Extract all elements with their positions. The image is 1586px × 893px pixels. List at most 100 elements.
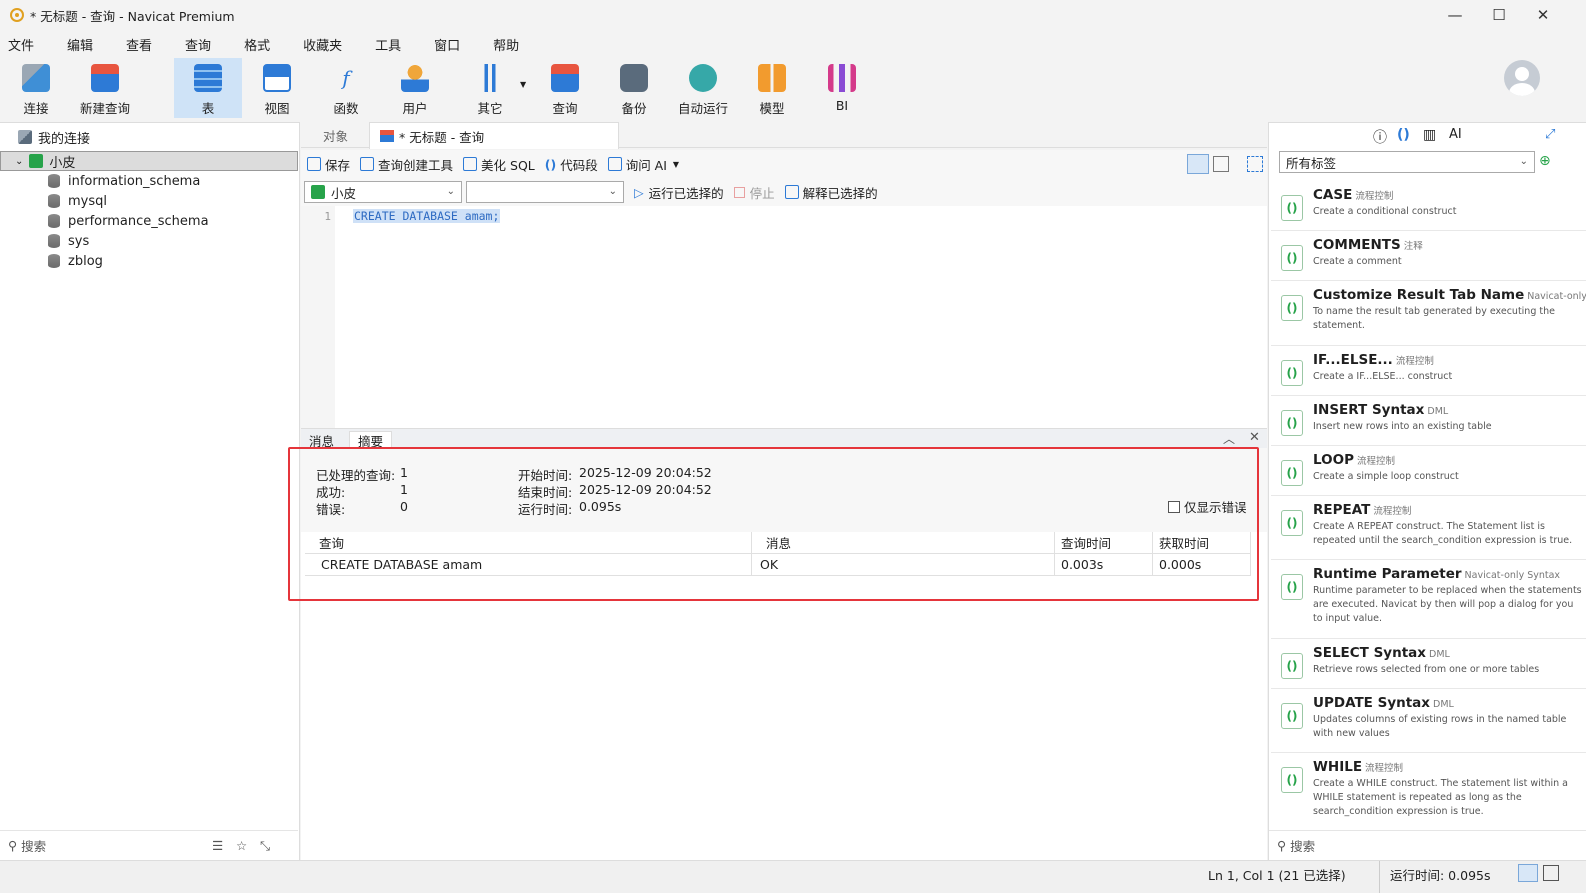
fullscreen-icon[interactable] [1247,156,1263,172]
snippet-title: INSERT Syntax DML [1313,402,1448,418]
template-icon[interactable]: ▥ [1423,127,1436,143]
right-search-input[interactable]: 搜索 [1290,836,1315,855]
menu-window[interactable]: 窗口 [426,35,468,54]
snippet-item[interactable]: () WHILE 流程控制 Create a WHILE construct. The… [1271,753,1586,832]
view-button[interactable]: 视图 [243,58,311,118]
add-snippet-icon[interactable]: ⊕ [1539,153,1551,169]
menu-favorites[interactable]: 收藏夹 [295,35,350,54]
left-search-input[interactable]: 搜索 [21,836,46,855]
errors-only-toggle[interactable]: 仅显示错误 [1168,497,1247,516]
status-divider [1379,861,1380,893]
snippet-item[interactable]: () UPDATE Syntax DML Updates columns of exi… [1271,689,1586,753]
minimize-button[interactable]: — [1432,0,1478,30]
chevron-down-icon[interactable]: ⌄ [15,156,23,167]
save-button[interactable]: 保存 [307,155,350,174]
tab-summary[interactable]: 摘要 [349,431,393,449]
user-avatar[interactable] [1504,60,1540,96]
connect-button[interactable]: 连接 [2,58,70,118]
snippet-braces-icon: () [1281,510,1303,536]
snippet-item[interactable]: () COMMENTS 注释 Create a comment [1271,231,1586,281]
tree-db-zblog[interactable]: zblog [0,251,298,271]
my-connections-header[interactable]: 我的连接 [0,127,298,147]
split-vertical-icon[interactable] [1213,156,1229,172]
connection-select[interactable]: 小皮 ⌄ [304,181,462,203]
success-value: 1 [400,482,408,497]
info-icon[interactable]: ⓘ [1373,127,1387,147]
table-button[interactable]: 表 [174,58,242,118]
tab-query[interactable]: * 无标题 - 查询 [369,122,619,149]
close-panel-icon[interactable]: ✕ [1249,430,1260,445]
cell-fetch-time[interactable]: 0.000s [1153,554,1251,576]
menu-edit[interactable]: 编辑 [59,35,101,54]
menu-file[interactable]: 文件 [0,35,42,54]
cell-message[interactable]: OK [752,554,1055,576]
new-query-button[interactable]: 新建查询 [71,58,139,118]
query-builder-button[interactable]: 查询创建工具 [360,155,453,174]
star-icon[interactable]: ☆ [236,838,247,853]
tree-db-performance-schema[interactable]: performance_schema [0,211,298,231]
user-button[interactable]: 用户 [381,58,449,118]
snippet-item[interactable]: () REPEAT 流程控制 Create A REPEAT construct. T… [1271,496,1586,560]
column-header-query[interactable]: 查询 [305,532,752,554]
run-selected-button[interactable]: ▷ 运行已选择的 [634,183,724,202]
menu-format[interactable]: 格式 [236,35,278,54]
backup-button[interactable]: 备份 [600,58,668,118]
menu-tools[interactable]: 工具 [367,35,409,54]
maximize-button[interactable]: ☐ [1476,0,1522,30]
tag-filter-select[interactable]: 所有标签 ⌄ [1279,151,1535,173]
cell-query-time[interactable]: 0.003s [1055,554,1153,576]
code-snippet-button[interactable]: () 代码段 [545,155,598,174]
column-header-fetch-time[interactable]: 获取时间 [1153,532,1251,554]
query-button[interactable]: 查询 [531,58,599,118]
other-dropdown-arrow-icon[interactable]: ▼ [520,80,526,89]
other-button[interactable]: 其它 [456,58,524,118]
expand-icon[interactable]: ⤢ [1545,127,1555,142]
view-icon [263,64,291,92]
snippet-item[interactable]: () INSERT Syntax DML Insert new rows into a… [1271,396,1586,446]
menu-view[interactable]: 查看 [118,35,160,54]
explain-selected-button[interactable]: 解释已选择的 [784,183,878,202]
snippet-item[interactable]: () SELECT Syntax DML Retrieve rows selected… [1271,639,1586,689]
chevron-up-icon[interactable]: ︿ [1223,430,1235,447]
error-value: 0 [400,499,408,514]
editor-tab-bar: 对象 * 无标题 - 查询 [301,122,1267,149]
beautify-sql-button[interactable]: 美化 SQL [463,155,535,174]
snippet-braces-icon[interactable]: () [1397,127,1410,143]
errors-only-checkbox[interactable] [1168,500,1180,513]
tab-messages[interactable]: 消息 [301,431,342,449]
column-header-query-time[interactable]: 查询时间 [1055,532,1153,554]
left-search-bar[interactable]: ⚲ 搜索 ☰ ☆ ⤡ [0,830,298,860]
sql-code-line[interactable]: CREATE DATABASE amam; [353,209,501,223]
layout-left-icon[interactable] [1518,864,1538,882]
snippet-item[interactable]: () Customize Result Tab Name Navicat-only … [1271,281,1586,346]
split-horizontal-icon[interactable] [1187,154,1209,174]
snippet-item[interactable]: () CASE 流程控制 Create a conditional construct [1271,181,1586,231]
snippet-item[interactable]: () Runtime Parameter Navicat-only Syntax Ru… [1271,560,1586,639]
snippet-item[interactable]: () IF...ELSE... 流程控制 Create a IF...ELSE... … [1271,346,1586,396]
collapse-all-icon[interactable]: ⤡ [260,838,270,854]
layout-right-icon[interactable] [1543,865,1559,881]
automation-button[interactable]: 自动运行 [669,58,737,118]
model-button[interactable]: 模型 [738,58,806,118]
close-button[interactable]: ✕ [1520,0,1566,30]
bi-button[interactable]: BI [808,58,876,118]
ai-panel-icon[interactable]: AI [1449,127,1462,142]
cell-query[interactable]: CREATE DATABASE amam [305,554,752,576]
tree-db-sys[interactable]: sys [0,231,298,251]
column-header-message[interactable]: 消息 [752,532,1055,554]
database-select[interactable]: ⌄ [466,181,624,203]
right-search-bar[interactable]: ⚲ 搜索 [1269,830,1586,860]
menu-query[interactable]: 查询 [177,35,219,54]
tree-db-information-schema[interactable]: information_schema [0,171,298,191]
menu-help[interactable]: 帮助 [485,35,527,54]
filter-icon[interactable]: ☰ [212,838,223,853]
ask-ai-button[interactable]: 询问 AI ▼ [607,155,679,174]
stop-button[interactable]: 停止 [733,183,775,202]
sql-editor[interactable]: 1 CREATE DATABASE amam; [301,206,1267,428]
tab-objects[interactable]: 对象 [313,122,358,148]
menu-bar: 文件 编辑 查看 查询 格式 收藏夹 工具 窗口 帮助 [0,32,1586,56]
function-button[interactable]: f 函数 [312,58,380,118]
connection-xiaopi[interactable]: ⌄ 小皮 [0,151,298,171]
tree-db-mysql[interactable]: mysql [0,191,298,211]
snippet-item[interactable]: () LOOP 流程控制 Create a simple loop construct [1271,446,1586,496]
